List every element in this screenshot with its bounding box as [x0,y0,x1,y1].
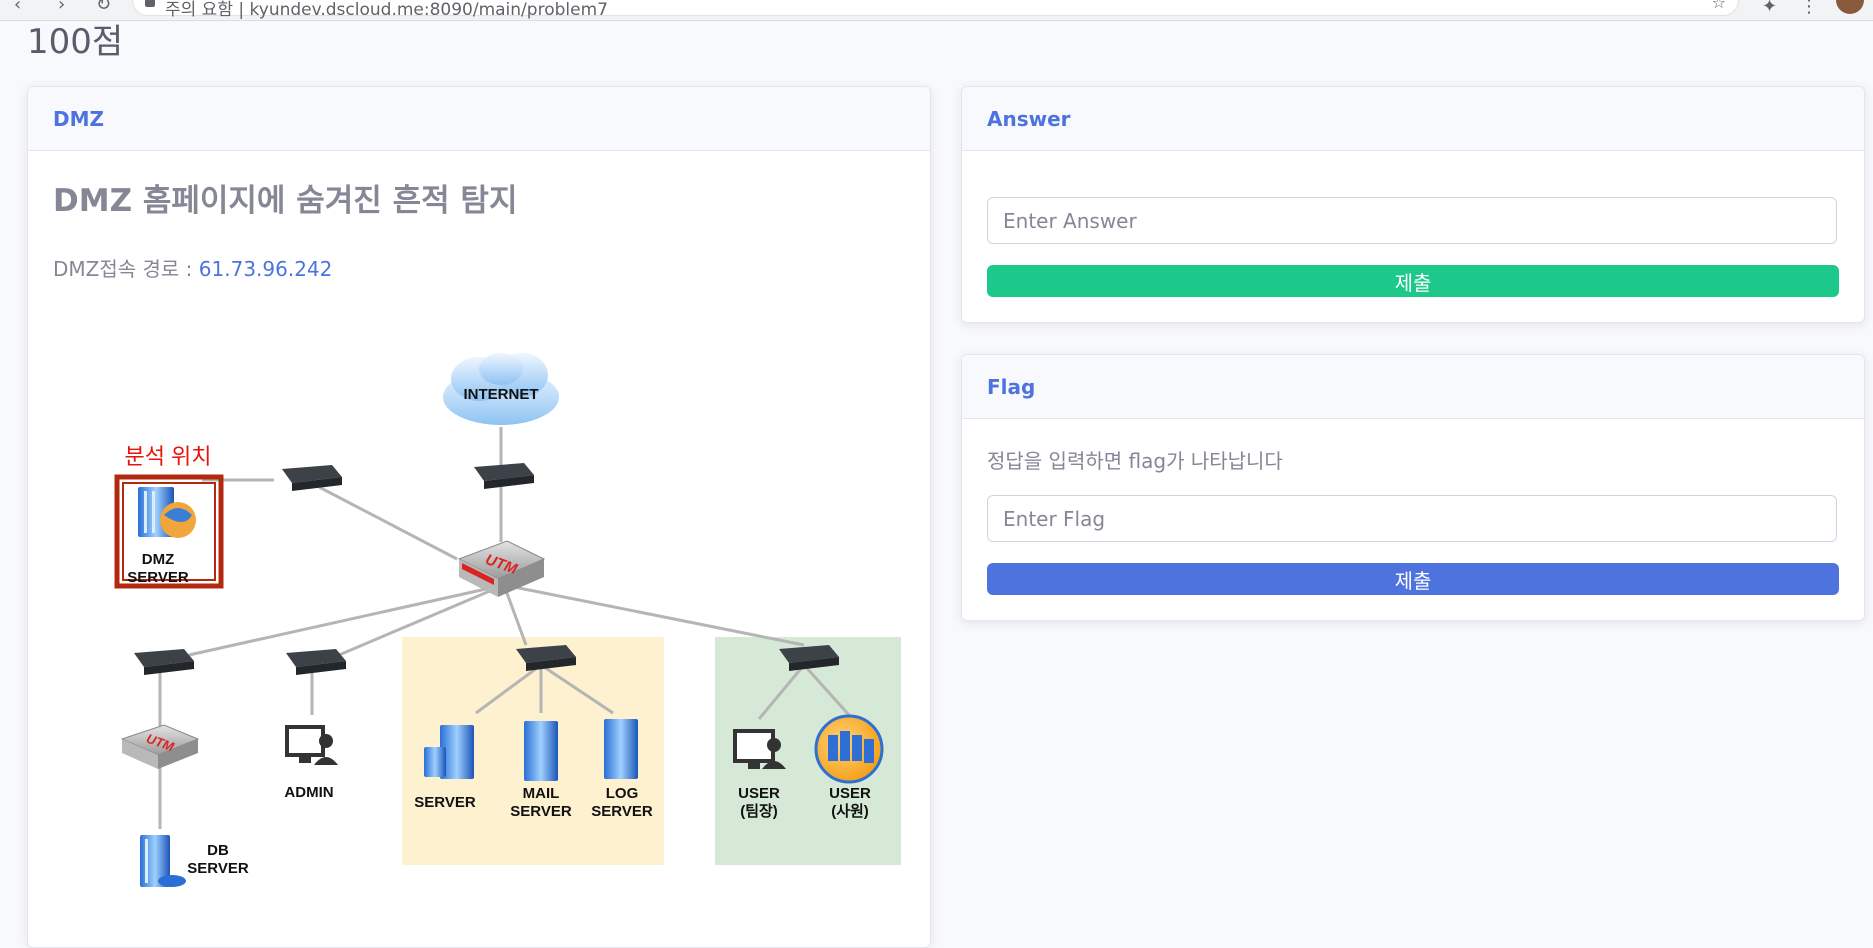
answer-card: Answer 제출 [961,86,1865,323]
mail-server-icon [524,721,558,781]
browser-toolbar: ‹ › ↻ 주의 요함 | kyundev.dscloud.me:8090/ma… [0,0,1873,21]
switch-icon-dmz [282,465,342,491]
switch-icon-left [134,649,194,675]
user-leader-label-1: USER [738,785,780,802]
network-diagram: INTERNET 분석 위치 DMZ SERVER UTM UTM DB SER… [114,353,901,887]
user-staff-label-1: USER [829,785,871,802]
flag-card: Flag 정답을 입력하면 flag가 나타납니다 제출 [961,354,1865,621]
dmz-card: DMZ DMZ 홈페이지에 숨겨진 흔적 탐지 DMZ접속 경로 : 61.73… [27,86,931,948]
address-text: 주의 요함 | kyundev.dscloud.me:8090/main/pro… [165,0,608,20]
answer-submit-button[interactable]: 제출 [987,265,1839,297]
switch-icon-internet [474,463,534,489]
dmz-route: DMZ접속 경로 : 61.73.96.242 [53,253,332,282]
answer-card-header: Answer [962,87,1864,151]
log-server-label-1: LOG [606,785,639,802]
switch-icon-admin [286,649,346,675]
dmz-server-icon [138,487,196,538]
db-server-label-2: SERVER [187,860,249,877]
media-icon[interactable]: ⋮ [1800,0,1818,17]
dmz-server-label-1: DMZ [142,551,175,568]
score-title: 100점 [27,22,124,62]
problem-title: DMZ 홈페이지에 숨겨진 흔적 탐지 [53,183,518,219]
flag-submit-button[interactable]: 제출 [987,563,1839,595]
flag-description: 정답을 입력하면 flag가 나타납니다 [987,449,1283,473]
user-staff-label-2: (사원) [831,803,869,820]
db-server-label-1: DB [207,842,229,859]
forward-icon[interactable]: › [58,0,65,14]
admin-pc-icon [285,725,338,765]
mail-server-label-1: MAIL [523,785,560,802]
warning-icon [145,0,155,7]
server-label: SERVER [414,794,476,811]
address-bar[interactable]: 주의 요함 | kyundev.dscloud.me:8090/main/pro… [132,0,1739,20]
answer-card-title: Answer [987,106,1071,131]
route-ip: 61.73.96.242 [198,257,333,281]
user-leader-label-2: (팀장) [740,802,778,820]
extensions-icon[interactable]: ✦ [1762,0,1777,17]
mail-server-label-2: SERVER [510,803,572,820]
bookmark-star-icon[interactable]: ☆ [1712,0,1726,12]
reload-icon[interactable]: ↻ [96,0,111,14]
dmz-server-label-2: SERVER [127,569,189,586]
dmz-card-title: DMZ [53,106,105,131]
log-server-label-2: SERVER [591,803,653,820]
answer-input[interactable] [987,197,1837,244]
internet-label: INTERNET [464,386,539,403]
flag-card-header: Flag [962,355,1864,419]
user-staff-cluster-icon [814,714,884,784]
back-icon[interactable]: ‹ [14,0,21,14]
analysis-location-label: 분석 위치 [124,444,211,469]
db-server-icon [140,835,186,887]
flag-input[interactable] [987,495,1837,542]
flag-card-title: Flag [987,374,1036,399]
profile-avatar[interactable] [1836,0,1864,14]
log-server-icon [604,719,638,779]
admin-label: ADMIN [284,784,333,801]
dmz-card-header: DMZ [28,87,930,151]
route-label: DMZ접속 경로 : [53,257,199,281]
